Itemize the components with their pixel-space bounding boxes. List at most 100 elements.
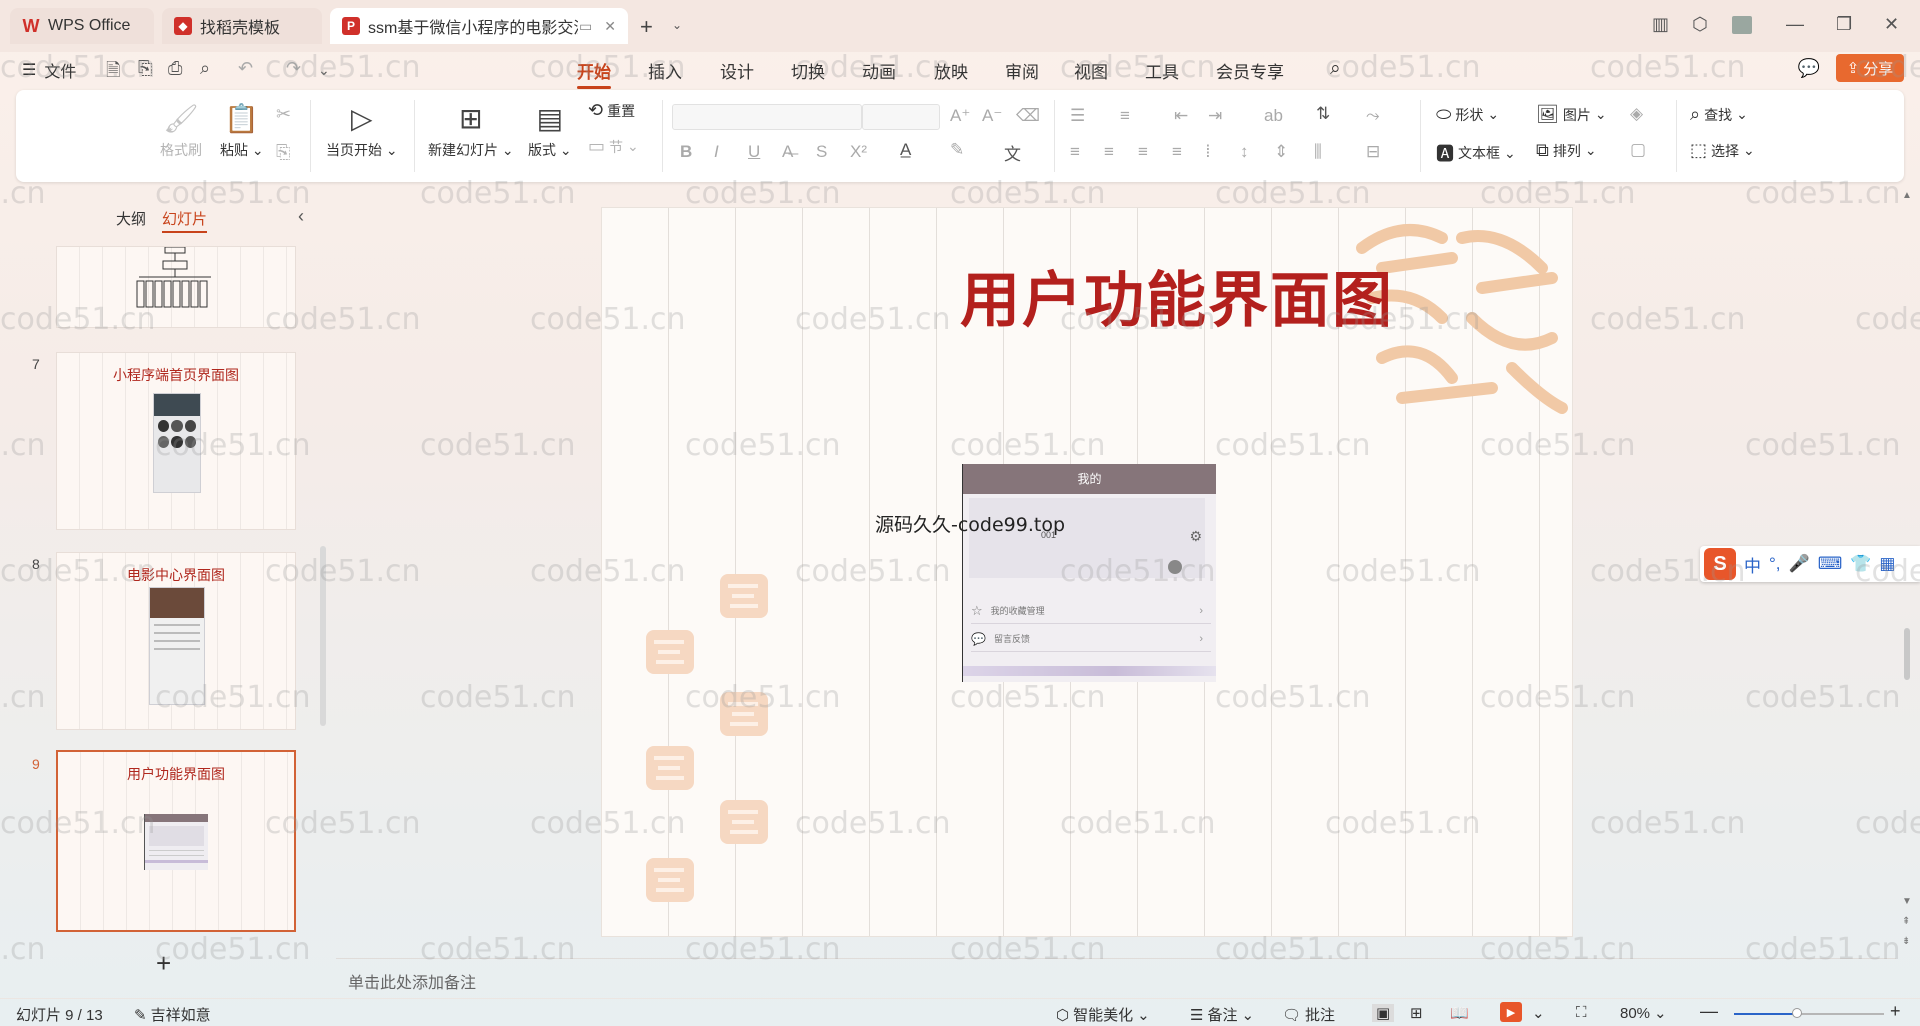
paste-button[interactable]: 📋 粘贴 ⌄	[220, 102, 264, 160]
menu-design[interactable]: 设计	[720, 58, 754, 83]
decrease-indent-icon[interactable]: ⇤	[1174, 106, 1188, 126]
collapse-panel-icon[interactable]: ‹	[298, 206, 304, 227]
restore-icon[interactable]: ❐	[1836, 14, 1852, 35]
comments-button[interactable]: 🗨 批注	[1282, 1004, 1335, 1025]
layout-button[interactable]: ▤ 版式 ⌄	[528, 102, 572, 160]
undo-icon[interactable]: ↶	[238, 58, 253, 79]
align-right-icon[interactable]: ≡	[1138, 142, 1148, 162]
text-direction-icon[interactable]: ab	[1264, 106, 1283, 126]
superscript-icon[interactable]: X²	[850, 142, 867, 162]
columns-icon[interactable]: ⫼	[1314, 142, 1322, 162]
align-center-icon[interactable]: ≡	[1104, 142, 1114, 162]
menu-animation[interactable]: 动画	[862, 58, 896, 83]
section-button[interactable]: ▭ 节 ⌄	[588, 136, 639, 157]
menu-tools[interactable]: 工具	[1145, 58, 1179, 83]
justify-icon[interactable]: ≡	[1172, 142, 1182, 162]
tab-docer-templates[interactable]: ◆ 找稻壳模板	[162, 8, 322, 44]
chat-icon[interactable]: 💬	[1798, 58, 1820, 79]
beautify-button[interactable]: ⬡ 智能美化 ⌄	[1056, 1004, 1150, 1025]
scroll-up-icon[interactable]: ▲	[1902, 190, 1912, 201]
scrollbar-thumb[interactable]	[1904, 628, 1910, 680]
increase-indent-icon[interactable]: ⇥	[1208, 106, 1222, 126]
copy-icon[interactable]: ⎘	[276, 142, 290, 163]
menu-member[interactable]: 会员专享	[1216, 58, 1284, 83]
print-icon[interactable]: ⎙	[168, 58, 182, 79]
outline-icon[interactable]: ▢	[1630, 140, 1646, 160]
fit-window-icon[interactable]: ⛶	[1576, 1004, 1587, 1021]
tab-outline[interactable]: 大纲	[116, 208, 146, 233]
print-preview-icon[interactable]: ⌕	[200, 58, 210, 79]
convert-icon[interactable]: ⤳	[1366, 106, 1380, 126]
add-slide-icon[interactable]: +	[156, 948, 171, 979]
redo-icon[interactable]: ↷	[286, 58, 301, 79]
chevron-down-icon[interactable]: ⌄	[1532, 1004, 1545, 1022]
menu-review[interactable]: 审阅	[1005, 58, 1039, 83]
menu-view[interactable]: 视图	[1074, 58, 1108, 83]
slide-sorter-icon[interactable]: ⊞	[1410, 1004, 1423, 1022]
chevron-down-icon[interactable]: ⌄	[318, 62, 330, 79]
tab-wps-office[interactable]: W WPS Office	[10, 8, 154, 44]
reading-view-icon[interactable]: 📖	[1450, 1004, 1469, 1022]
search-icon[interactable]: ⌕	[1330, 58, 1341, 80]
keyboard-icon[interactable]: ⌨	[1818, 554, 1843, 574]
zoom-slider[interactable]	[1734, 1008, 1884, 1018]
share-button[interactable]: ⇪ 分享	[1836, 54, 1904, 82]
export-icon[interactable]: ⎘	[138, 58, 152, 79]
zoom-out-icon[interactable]: —	[1700, 1001, 1718, 1022]
bold-icon[interactable]: B	[680, 142, 692, 162]
tab-current-document[interactable]: P ssm基于微信小程序的电影交流 ▭ ✕	[330, 8, 628, 44]
close-tab-icon[interactable]: ✕	[604, 18, 616, 35]
numbered-list-icon[interactable]: ≡	[1120, 106, 1130, 126]
toolbox-icon[interactable]: ▦	[1879, 554, 1895, 574]
panel-scrollbar[interactable]	[320, 546, 326, 726]
phone-screenshot-image[interactable]: 我的 001 ⚙ ☆ 我的收藏管理 › 💬 留言反馈 ›	[962, 464, 1216, 682]
close-icon[interactable]: ✕	[1884, 14, 1899, 35]
minimize-icon[interactable]: —	[1786, 14, 1804, 35]
distribute-icon[interactable]: ⦙	[1206, 142, 1210, 162]
skin-icon[interactable]: 👕	[1850, 554, 1871, 574]
font-family-select[interactable]	[672, 104, 862, 130]
shape-button[interactable]: ⬭ 形状 ⌄	[1436, 104, 1499, 125]
zoom-select[interactable]: 80% ⌄	[1620, 1004, 1667, 1023]
menu-home[interactable]: 开始	[577, 58, 611, 89]
punctuation-icon[interactable]: °,	[1769, 554, 1781, 574]
screen-icon[interactable]: ▭	[579, 18, 592, 35]
zoom-slider-handle[interactable]	[1792, 1008, 1802, 1018]
line-spacing-icon[interactable]: ↕	[1240, 142, 1249, 162]
prev-slide-icon[interactable]: ⇞	[1902, 916, 1910, 927]
font-color-icon[interactable]: A̲	[900, 140, 911, 160]
select-button[interactable]: ⬚ 选择 ⌄	[1690, 140, 1755, 161]
slide-title[interactable]: 用户功能界面图	[602, 252, 1572, 339]
notes-button[interactable]: ☰ 备注 ⌄	[1190, 1004, 1254, 1025]
align-left-icon[interactable]: ≡	[1070, 142, 1080, 162]
menu-transition[interactable]: 切换	[791, 58, 825, 83]
overlay-text[interactable]: 源码久久-code99.top	[875, 510, 1065, 537]
arrange-button[interactable]: ⧉ 排列 ⌄	[1536, 140, 1597, 161]
avatar[interactable]	[1732, 16, 1752, 34]
file-menu[interactable]: ☰ 文件	[22, 58, 76, 82]
strikethrough-icon[interactable]: A̶	[782, 142, 793, 162]
play-slideshow-icon[interactable]: ▶	[1500, 1002, 1522, 1022]
slide-canvas[interactable]: 用户功能界面图 我的 001 ⚙ ☆ 我的收藏管理 › 💬 留言反馈 › 源码久…	[602, 208, 1572, 936]
tab-slides[interactable]: 幻灯片	[162, 208, 208, 233]
slide-thumbnail-7[interactable]: 小程序端首页界面图	[56, 352, 296, 530]
next-slide-icon[interactable]: ⇟	[1902, 936, 1910, 947]
decrease-font-icon[interactable]: A⁻	[982, 106, 1002, 126]
italic-icon[interactable]: I	[714, 142, 719, 162]
scroll-down-icon[interactable]: ▼	[1902, 896, 1912, 907]
clear-format-icon[interactable]: ⌫	[1016, 106, 1040, 126]
textbox-button[interactable]: 🅰 文本框 ⌄	[1436, 140, 1516, 166]
picture-button[interactable]: 🖼 图片 ⌄	[1536, 104, 1607, 125]
underline-icon[interactable]: U	[748, 142, 760, 162]
layout-icon[interactable]: ▥	[1652, 14, 1669, 35]
new-slide-button[interactable]: ⊞ 新建幻灯片 ⌄	[428, 102, 514, 160]
font-size-select[interactable]	[862, 104, 940, 130]
ime-language[interactable]: 中	[1744, 552, 1761, 577]
slide-thumbnail-8[interactable]: 电影中心界面图	[56, 552, 296, 730]
find-button[interactable]: ⌕ 查找 ⌄	[1690, 104, 1748, 125]
chevron-down-icon[interactable]: ⌄	[672, 18, 682, 32]
shadow-icon[interactable]: S	[816, 142, 827, 162]
cube-icon[interactable]: ⬡	[1692, 14, 1708, 35]
paragraph-spacing-icon[interactable]: ⇕	[1274, 142, 1288, 162]
format-painter-button[interactable]: 🖌 格式刷	[160, 102, 202, 160]
